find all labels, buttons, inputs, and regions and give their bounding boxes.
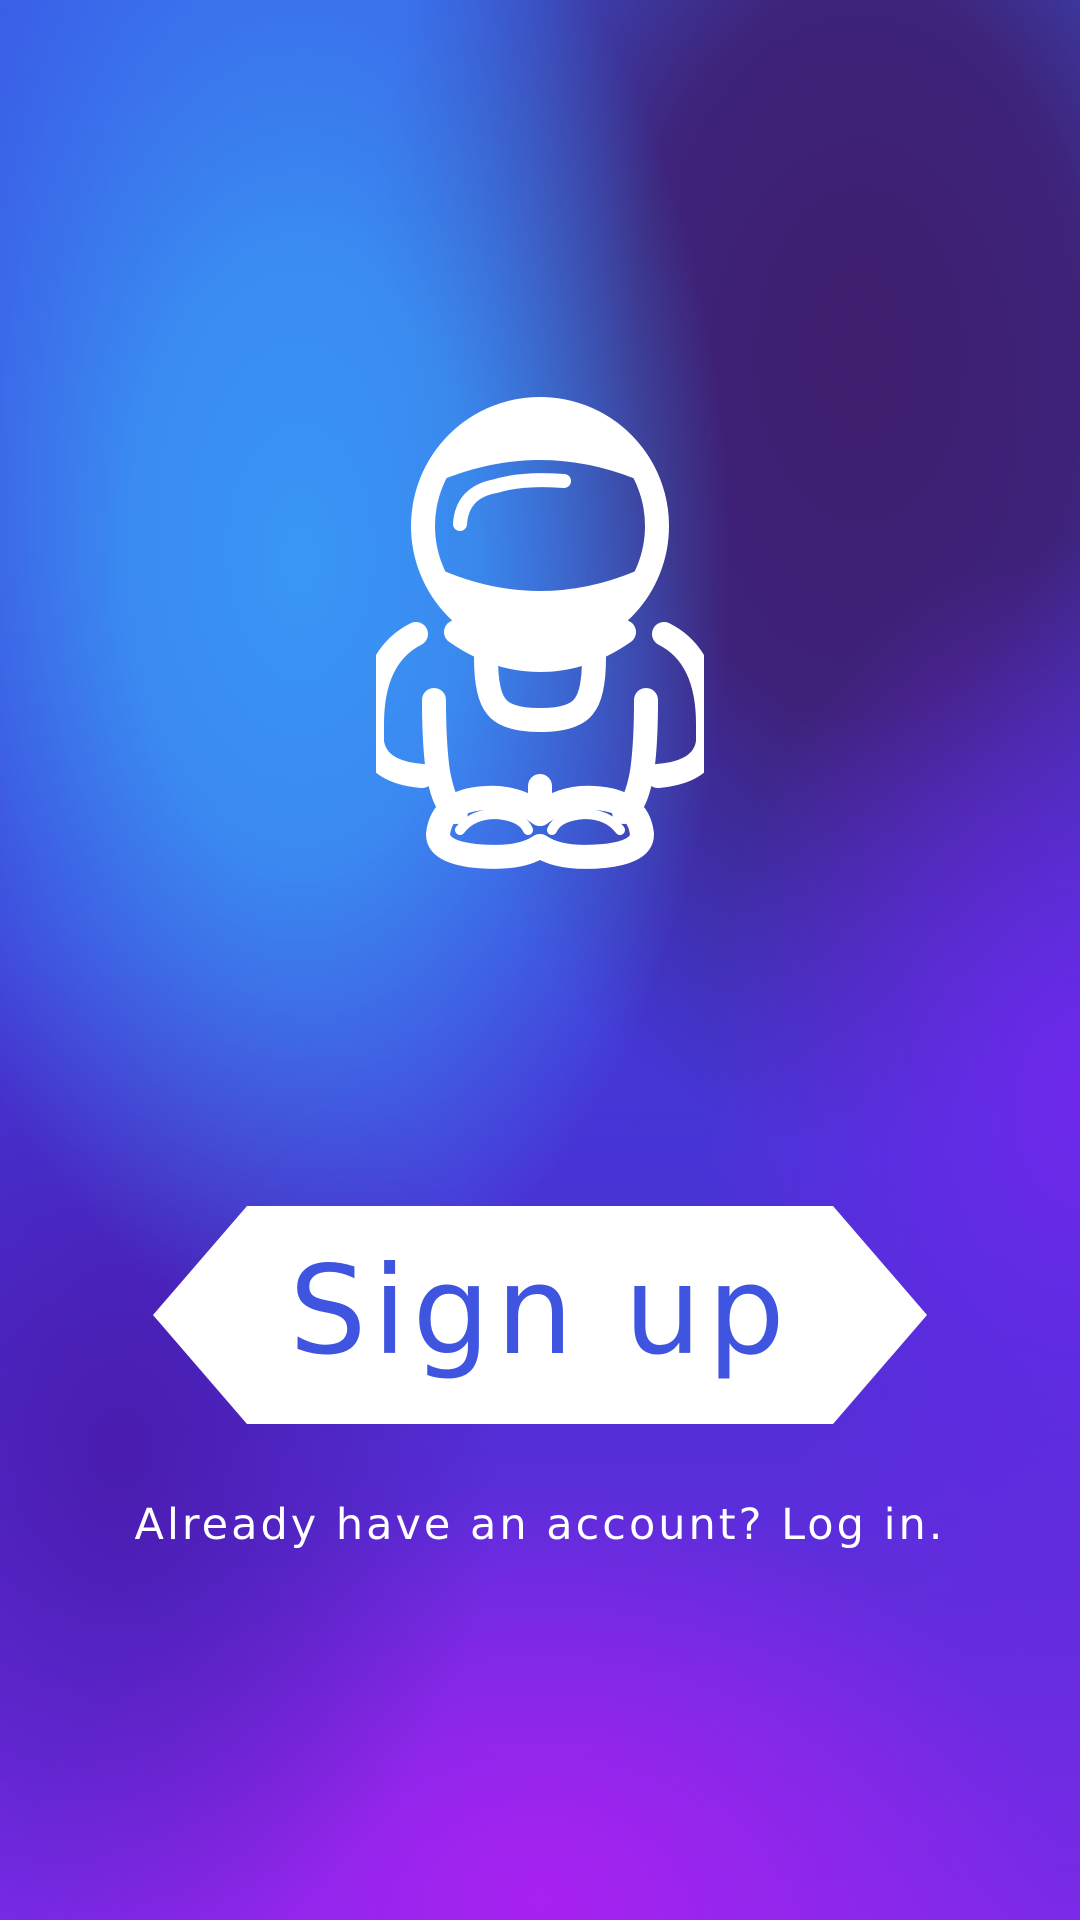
login-prompt: Already have an account? Log in. bbox=[0, 1500, 1080, 1550]
signup-button-label: Sign up bbox=[289, 1240, 791, 1382]
login-link[interactable]: Log in. bbox=[781, 1500, 945, 1550]
astronaut-icon bbox=[360, 394, 720, 880]
gradient-background bbox=[0, 0, 1080, 1920]
signup-button[interactable]: Sign up bbox=[153, 1206, 927, 1424]
login-question: Already have an account? bbox=[134, 1500, 782, 1550]
